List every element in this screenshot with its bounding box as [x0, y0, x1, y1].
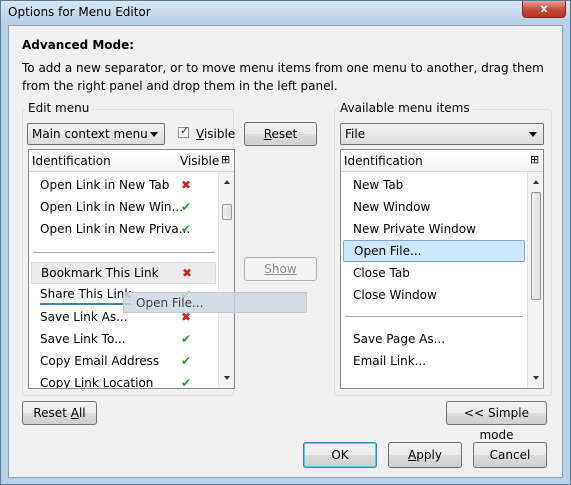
list-item[interactable]: Email Link...: [343, 350, 525, 372]
check-icon: ✔: [181, 354, 192, 368]
close-button[interactable]: x: [522, 1, 566, 18]
close-icon: x: [540, 2, 548, 15]
list-item[interactable]: Save Link To... ✔: [31, 328, 216, 350]
list-item-label: Open File...: [354, 244, 422, 258]
list-item[interactable]: Open Link in New Win... ✔: [31, 196, 216, 218]
scroll-up-icon[interactable]: [533, 180, 539, 184]
available-items-list[interactable]: Identification ⊞ New Tab New Window New Pr…: [340, 149, 544, 389]
list-item-label: New Window: [353, 200, 431, 214]
cancel-button[interactable]: Cancel: [473, 442, 547, 468]
available-select[interactable]: File: [340, 123, 544, 145]
options-dialog: Options for Menu Editor x Advanced Mode:…: [0, 0, 571, 485]
list-item[interactable]: Bookmark This Link ✖: [31, 262, 216, 284]
list-item[interactable]: Close Tab: [343, 262, 525, 284]
x-icon: ✖: [182, 266, 193, 280]
show-button[interactable]: Show: [244, 257, 317, 281]
check-icon: ✔: [181, 222, 192, 236]
list-item[interactable]: Open File...: [343, 240, 525, 262]
list-item-label: Bookmark This Link: [41, 266, 159, 280]
list-item-label: New Private Window: [353, 222, 476, 236]
available-list-scrollbar[interactable]: [527, 172, 543, 388]
list-item-label: Close Window: [353, 288, 437, 302]
col-visible[interactable]: Visible: [180, 154, 219, 168]
list-item[interactable]: Close Window: [343, 284, 525, 306]
menu-separator[interactable]: [345, 316, 523, 317]
check-icon: ✔: [181, 376, 192, 389]
list-item-label: Open Link in New Win...: [40, 200, 183, 214]
list-item[interactable]: Save Page As...: [343, 328, 525, 350]
list-item-label: Close Tab: [353, 266, 410, 280]
list-item-label: Save Page As...: [353, 332, 446, 346]
check-icon: ✔: [181, 332, 192, 346]
reset-button[interactable]: Reset: [244, 122, 317, 146]
list-item[interactable]: Copy Email Address ✔: [31, 350, 216, 372]
list-item-label: Copy Email Address: [40, 354, 160, 368]
list-item[interactable]: New Tab: [343, 174, 525, 196]
check-icon: ✔: [181, 200, 192, 214]
instructions-text: To add a new separator, or to move menu …: [22, 61, 544, 93]
list-item-label: New Tab: [353, 178, 404, 192]
reset-all-button[interactable]: Reset All: [22, 401, 97, 425]
scroll-thumb[interactable]: [531, 192, 541, 300]
simple-mode-button[interactable]: << Simple mode: [446, 401, 547, 442]
list-item-label: Email Link...: [353, 354, 427, 368]
scroll-down-icon[interactable]: [224, 376, 230, 380]
list-item-label: Open Link in New Priva...: [40, 222, 191, 236]
x-icon: ✖: [181, 178, 192, 192]
window-title: Options for Menu Editor: [8, 5, 151, 19]
scroll-down-icon[interactable]: [533, 376, 539, 380]
edit-menu-list[interactable]: Identification Visible ⊞ Open Link in Ne…: [28, 149, 235, 389]
menu-separator[interactable]: [33, 252, 215, 253]
chevron-down-icon: [150, 132, 158, 137]
col-identification[interactable]: Identification: [32, 154, 111, 168]
list-item[interactable]: Open Link in New Priva... ✔: [31, 218, 216, 240]
list-item[interactable]: Open Link in New Tab ✖: [31, 174, 216, 196]
list-item[interactable]: New Private Window: [343, 218, 525, 240]
dialog-body: Advanced Mode: To add a new separator, o…: [8, 25, 563, 478]
column-picker-icon[interactable]: ⊞: [221, 153, 230, 166]
scroll-up-icon[interactable]: [224, 180, 230, 184]
menu-select[interactable]: Main context menu: [27, 123, 165, 145]
list-item-label: Open Link in New Tab: [40, 178, 170, 192]
edit-menu-list-header: Identification Visible ⊞: [29, 150, 234, 172]
list-item-label: Save Link To...: [40, 332, 126, 346]
chevron-down-icon: [529, 132, 537, 137]
available-list-header: Identification ⊞: [341, 150, 543, 172]
advanced-mode-heading: Advanced Mode:: [22, 38, 135, 52]
list-item-label: Copy Link Location: [40, 376, 154, 389]
list-item[interactable]: New Window: [343, 196, 525, 218]
visible-checkbox[interactable]: ✓: [178, 124, 190, 138]
visible-checkbox-label: Visible: [196, 127, 236, 141]
title-bar[interactable]: Options for Menu Editor x: [1, 1, 570, 23]
menu-select-value: Main context menu: [32, 127, 148, 141]
available-items-legend: Available menu items: [337, 101, 473, 115]
ok-button[interactable]: OK: [303, 442, 377, 468]
col-identification[interactable]: Identification: [344, 154, 423, 168]
drag-ghost: Open File...: [123, 292, 307, 313]
edit-menu-scrollbar[interactable]: [218, 172, 234, 388]
list-item-label: Save Link As...: [40, 310, 128, 324]
list-item-label: Share This Link: [40, 285, 132, 305]
list-item[interactable]: Copy Link Location ✔: [31, 372, 216, 389]
apply-button[interactable]: Apply: [388, 442, 462, 468]
available-select-value: File: [345, 127, 366, 141]
edit-menu-legend: Edit menu: [25, 101, 93, 115]
checkmark-icon: ✓: [180, 124, 190, 137]
column-picker-icon[interactable]: ⊞: [530, 153, 539, 166]
scroll-thumb[interactable]: [222, 204, 232, 220]
